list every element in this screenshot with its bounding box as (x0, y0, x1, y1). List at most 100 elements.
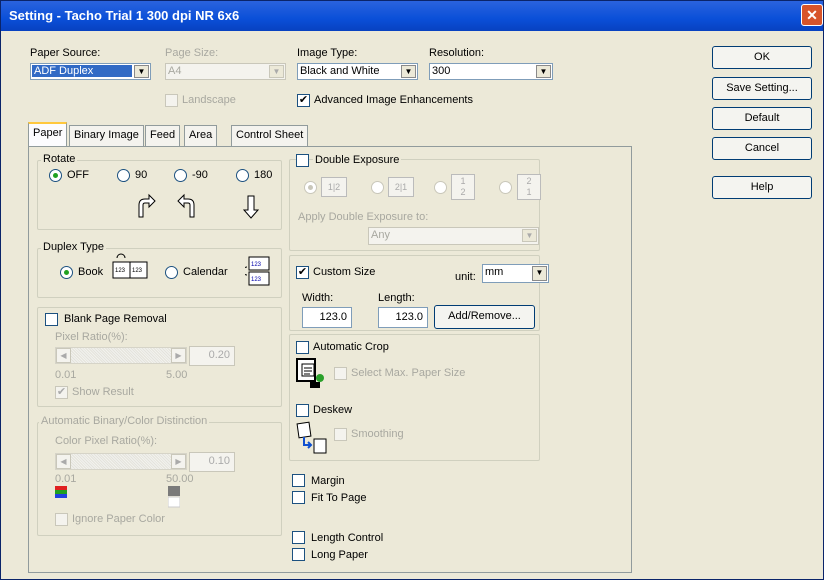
rotate-neg90-label: -90 (192, 169, 208, 181)
color-pixel-ratio-value[interactable]: 0.10 (189, 452, 235, 472)
slider-left-icon[interactable]: ◀ (56, 348, 71, 363)
rotate-off-radio[interactable] (49, 169, 62, 182)
page-size-select[interactable]: A4 ▼ (165, 63, 286, 80)
svg-text:123: 123 (132, 268, 143, 274)
width-input[interactable]: 123.0 (302, 307, 352, 328)
automatic-crop-label: Automatic Crop (313, 341, 389, 353)
chevron-down-icon: ▼ (269, 65, 284, 78)
settings-dialog: Setting - Tacho Trial 1 300 dpi NR 6x6 ✕… (0, 0, 824, 580)
tab-feed[interactable]: Feed (145, 125, 181, 146)
book-icon: 123 123 (112, 253, 148, 279)
rotate-90-radio[interactable] (117, 169, 130, 182)
length-input[interactable]: 123.0 (378, 307, 428, 328)
ignore-paper-color-checkbox[interactable] (55, 513, 68, 526)
page-size-value: A4 (168, 65, 182, 77)
color-pixel-ratio-max: 50.00 (166, 473, 194, 485)
close-icon: ✕ (806, 7, 818, 23)
deskew-icon (296, 421, 327, 454)
save-setting-button[interactable]: Save Setting... (712, 77, 812, 100)
add-remove-button[interactable]: Add/Remove... (434, 305, 535, 329)
duplex-calendar-radio[interactable] (165, 266, 178, 279)
width-label: Width: (302, 292, 334, 304)
double-exposure-option-2-radio[interactable] (371, 181, 384, 194)
stacked-21-icon: 21 (517, 174, 541, 200)
down-arrow-icon (242, 195, 260, 219)
svg-text:123: 123 (251, 262, 262, 268)
select-max-paper-size-checkbox[interactable] (334, 367, 347, 380)
resolution-select[interactable]: 300 ▼ (429, 63, 553, 80)
ok-button[interactable]: OK (712, 46, 812, 69)
blank-page-removal-checkbox[interactable] (45, 313, 58, 326)
tab-binary-image[interactable]: Binary Image (69, 125, 144, 146)
title-bar[interactable]: Setting - Tacho Trial 1 300 dpi NR 6x6 ✕ (1, 1, 823, 31)
paper-source-select[interactable]: ADF Duplex ▼ (30, 63, 151, 80)
auto-crop-icon (296, 358, 324, 388)
margin-label: Margin (311, 475, 345, 487)
blank-page-removal-label: Blank Page Removal (62, 313, 169, 325)
gray-bars-icon (168, 486, 180, 508)
duplex-type-title: Duplex Type (41, 241, 106, 253)
color-pixel-ratio-slider[interactable] (55, 453, 187, 470)
rotate-off-label: OFF (67, 169, 89, 181)
landscape-checkbox[interactable] (165, 94, 178, 107)
page-size-label: Page Size: (165, 47, 219, 59)
color-bars-icon (55, 486, 67, 498)
apply-double-exposure-label: Apply Double Exposure to: (298, 211, 429, 223)
tab-paper[interactable]: Paper (28, 122, 68, 147)
duplex-book-radio[interactable] (60, 266, 73, 279)
resolution-value: 300 (432, 65, 451, 77)
show-result-checkbox[interactable]: ✔ (55, 386, 68, 399)
pixel-ratio-value[interactable]: 0.20 (189, 346, 235, 366)
rotate-90-label: 90 (135, 169, 148, 181)
pixel-ratio-slider[interactable] (55, 347, 187, 364)
svg-text:123: 123 (115, 268, 126, 274)
advanced-enhancements-checkbox[interactable]: ✔ (297, 94, 310, 107)
slider-right-icon[interactable]: ▶ (171, 348, 186, 363)
length-control-checkbox[interactable] (292, 531, 305, 544)
color-pixel-ratio-label: Color Pixel Ratio(%): (55, 435, 158, 447)
rotate-180-label: 180 (254, 169, 273, 181)
smoothing-checkbox[interactable] (334, 428, 347, 441)
stacked-12-icon: 12 (451, 174, 475, 200)
long-paper-checkbox[interactable] (292, 548, 305, 561)
pixel-ratio-max: 5.00 (166, 369, 188, 381)
show-result-label: Show Result (72, 386, 134, 398)
close-button[interactable]: ✕ (801, 4, 823, 26)
side-by-side-12-icon: 1|2 (321, 177, 347, 197)
paper-source-value: ADF Duplex (32, 65, 132, 77)
slider-right-icon[interactable]: ▶ (171, 454, 186, 469)
slider-left-icon[interactable]: ◀ (56, 454, 71, 469)
automatic-crop-checkbox[interactable] (296, 341, 309, 354)
unit-select[interactable]: mm ▼ (482, 264, 549, 283)
rotate-group-title: Rotate (41, 153, 78, 165)
tab-control-sheet[interactable]: Control Sheet (231, 125, 309, 146)
unit-value: mm (485, 266, 504, 278)
window-title: Setting - Tacho Trial 1 300 dpi NR 6x6 (9, 8, 240, 23)
chevron-down-icon: ▼ (532, 266, 547, 281)
default-button[interactable]: Default (712, 107, 812, 130)
apply-double-exposure-select[interactable]: Any ▼ (368, 227, 539, 245)
rotate-neg90-radio[interactable] (174, 169, 187, 182)
pixel-ratio-label: Pixel Ratio(%): (55, 331, 128, 343)
margin-checkbox[interactable] (292, 474, 305, 487)
rotate-180-radio[interactable] (236, 169, 249, 182)
double-exposure-option-1-radio[interactable] (304, 181, 317, 194)
double-exposure-option-4-radio[interactable] (499, 181, 512, 194)
rotate-right-arrow-icon (138, 193, 156, 218)
custom-size-checkbox[interactable]: ✔ (296, 266, 309, 279)
fit-to-page-checkbox[interactable] (292, 491, 305, 504)
calendar-icon: 123 123 (245, 256, 270, 286)
tab-area[interactable]: Area (184, 125, 218, 146)
deskew-checkbox[interactable] (296, 404, 309, 417)
svg-text:123: 123 (251, 277, 262, 283)
image-type-value: Black and White (300, 65, 380, 77)
rotate-left-arrow-icon (177, 193, 195, 218)
cancel-button[interactable]: Cancel (712, 137, 812, 160)
unit-label: unit: (455, 271, 476, 283)
double-exposure-checkbox[interactable] (296, 154, 309, 167)
help-button[interactable]: Help (712, 176, 812, 199)
double-exposure-option-3-radio[interactable] (434, 181, 447, 194)
double-exposure-label: Double Exposure (313, 154, 402, 166)
length-control-label: Length Control (311, 532, 384, 544)
image-type-select[interactable]: Black and White ▼ (297, 63, 418, 80)
